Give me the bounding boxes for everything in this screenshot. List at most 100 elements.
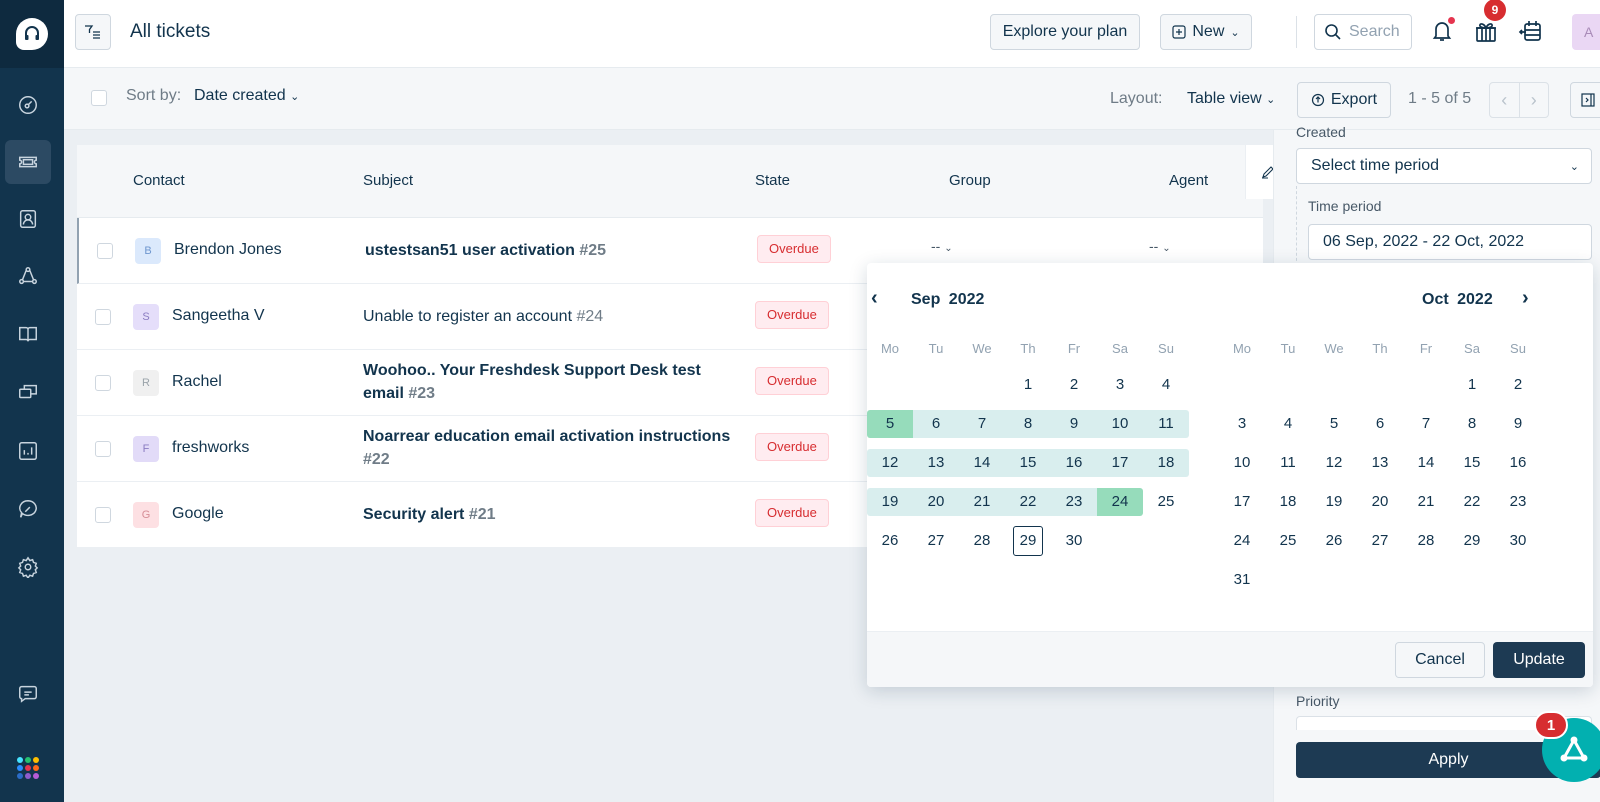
calendar-day[interactable]: 17 xyxy=(1219,488,1265,516)
layout-dropdown[interactable]: Table view ⌄ xyxy=(1187,90,1275,108)
sidebar-item-tickets[interactable] xyxy=(5,140,51,184)
calendar-day[interactable]: 11 xyxy=(1265,449,1311,477)
calendar-day[interactable]: 3 xyxy=(1219,410,1265,438)
notifications-bell-icon[interactable] xyxy=(1427,16,1457,46)
calendar-day[interactable]: 25 xyxy=(1143,488,1189,516)
explore-plan-button[interactable]: Explore your plan xyxy=(990,14,1140,50)
calendar-day[interactable]: 12 xyxy=(867,449,913,477)
ticket-subject-link[interactable]: Noarrear education email activation inst… xyxy=(363,425,743,471)
calendar-day[interactable]: 19 xyxy=(1311,488,1357,516)
calendar-day[interactable]: 9 xyxy=(1051,410,1097,438)
calendar-day[interactable]: 23 xyxy=(1051,488,1097,516)
sidebar-item-admin-tools[interactable] xyxy=(5,487,51,531)
calendar-day[interactable]: 5 xyxy=(1311,410,1357,438)
freshdesk-logo-icon[interactable] xyxy=(16,18,48,50)
column-header-group[interactable]: Group xyxy=(949,172,991,189)
calendar-day[interactable]: 1 xyxy=(1005,371,1051,399)
chat-icon[interactable] xyxy=(5,672,51,716)
toggle-filter-panel-button[interactable] xyxy=(1570,82,1600,118)
calendar-day[interactable]: 18 xyxy=(1265,488,1311,516)
calendar-day[interactable]: 26 xyxy=(867,527,913,555)
calendar-day[interactable]: 19 xyxy=(867,488,913,516)
calendar-day[interactable]: 9 xyxy=(1495,410,1541,438)
calendar-day[interactable]: 6 xyxy=(1357,410,1403,438)
calendar-day[interactable]: 21 xyxy=(1403,488,1449,516)
calendar-day[interactable]: 3 xyxy=(1097,371,1143,399)
row-checkbox[interactable] xyxy=(95,309,111,325)
row-checkbox[interactable] xyxy=(95,507,111,523)
calendar-day[interactable]: 28 xyxy=(959,527,1005,555)
calendar-day[interactable]: 21 xyxy=(959,488,1005,516)
calendar-day[interactable]: 29 xyxy=(1449,527,1495,555)
calendar-day[interactable]: 28 xyxy=(1403,527,1449,555)
contact-name[interactable]: Sangeetha V xyxy=(172,307,265,325)
calendar-day[interactable]: 14 xyxy=(959,449,1005,477)
calendar-day[interactable]: 25 xyxy=(1265,527,1311,555)
ticket-subject-link[interactable]: Unable to register an account #24 xyxy=(363,305,743,328)
calendar-day[interactable]: 24 xyxy=(1097,488,1143,516)
contact-name[interactable]: Google xyxy=(172,505,224,523)
column-header-state[interactable]: State xyxy=(755,172,790,189)
calendar-day[interactable]: 2 xyxy=(1051,371,1097,399)
calendar-day[interactable]: 10 xyxy=(1097,410,1143,438)
calendar-day[interactable]: 7 xyxy=(1403,410,1449,438)
export-button[interactable]: Export xyxy=(1297,82,1391,118)
next-page-button[interactable]: › xyxy=(1520,83,1549,117)
ticket-subject-link[interactable]: Security alert #21 xyxy=(363,503,743,526)
row-checkbox[interactable] xyxy=(95,441,111,457)
sidebar-item-contacts[interactable] xyxy=(5,197,51,241)
agent-select[interactable]: -- ⌄ xyxy=(1149,238,1171,254)
calendar-day[interactable]: 15 xyxy=(1005,449,1051,477)
calendar-day[interactable]: 6 xyxy=(913,410,959,438)
calendar-day[interactable]: 31 xyxy=(1219,566,1265,594)
calendar-day[interactable]: 22 xyxy=(1449,488,1495,516)
calendar-day[interactable]: 2 xyxy=(1495,371,1541,399)
calendar-day[interactable]: 16 xyxy=(1495,449,1541,477)
sidebar-item-knowledge-base[interactable] xyxy=(5,312,51,356)
ticket-subject-link[interactable]: Woohoo.. Your Freshdesk Support Desk tes… xyxy=(363,359,743,405)
calendar-day[interactable]: 20 xyxy=(913,488,959,516)
calendar-day[interactable]: 18 xyxy=(1143,449,1189,477)
sidebar-item-groups[interactable] xyxy=(5,254,51,298)
ticket-subject-link[interactable]: ustestsan51 user activation #25 xyxy=(365,239,745,262)
prev-month-button[interactable]: ‹ xyxy=(871,287,878,310)
calendar-day[interactable]: 14 xyxy=(1403,449,1449,477)
sort-dropdown[interactable]: Date created ⌄ xyxy=(194,87,299,105)
prev-page-button[interactable]: ‹ xyxy=(1490,83,1520,117)
calendar-day[interactable]: 29 xyxy=(1014,527,1042,555)
calendar-day[interactable]: 17 xyxy=(1097,449,1143,477)
time-period-input[interactable]: 06 Sep, 2022 - 22 Oct, 2022 xyxy=(1308,224,1592,260)
calendar-day[interactable]: 22 xyxy=(1005,488,1051,516)
user-avatar[interactable]: A xyxy=(1572,14,1600,50)
calendar-day[interactable]: 27 xyxy=(913,527,959,555)
calendar-day[interactable]: 27 xyxy=(1357,527,1403,555)
sidebar-item-reports[interactable] xyxy=(5,429,51,473)
calendar-day[interactable]: 23 xyxy=(1495,488,1541,516)
group-select[interactable]: -- ⌄ xyxy=(931,238,953,254)
calendar-day[interactable]: 8 xyxy=(1005,410,1051,438)
calendar-day[interactable]: 24 xyxy=(1219,527,1265,555)
calendar-day[interactable]: 10 xyxy=(1219,449,1265,477)
column-header-subject[interactable]: Subject xyxy=(363,172,413,189)
calendar-day[interactable]: 15 xyxy=(1449,449,1495,477)
created-time-select[interactable]: Select time period ⌄ xyxy=(1296,148,1592,184)
contact-name[interactable]: Rachel xyxy=(172,373,222,391)
calendar-day[interactable]: 13 xyxy=(913,449,959,477)
calendar-day[interactable]: 13 xyxy=(1357,449,1403,477)
calendar-day[interactable]: 30 xyxy=(1495,527,1541,555)
calendar-day[interactable]: 16 xyxy=(1051,449,1097,477)
calendar-day[interactable]: 5 xyxy=(867,410,913,438)
calendar-day[interactable]: 26 xyxy=(1311,527,1357,555)
next-month-button[interactable]: › xyxy=(1522,287,1529,310)
new-button[interactable]: New ⌄ xyxy=(1160,14,1252,50)
calendar-day[interactable]: 30 xyxy=(1051,527,1097,555)
row-checkbox[interactable] xyxy=(95,375,111,391)
calendar-day[interactable]: 7 xyxy=(959,410,1005,438)
calendar-day[interactable]: 1 xyxy=(1449,371,1495,399)
sidebar-item-forums[interactable] xyxy=(5,370,51,414)
calendar-day[interactable]: 8 xyxy=(1449,410,1495,438)
sidebar-item-dashboard[interactable] xyxy=(5,83,51,127)
search-input[interactable]: Search xyxy=(1314,14,1412,50)
contact-name[interactable]: freshworks xyxy=(172,439,249,457)
contact-name[interactable]: Brendon Jones xyxy=(174,241,282,259)
